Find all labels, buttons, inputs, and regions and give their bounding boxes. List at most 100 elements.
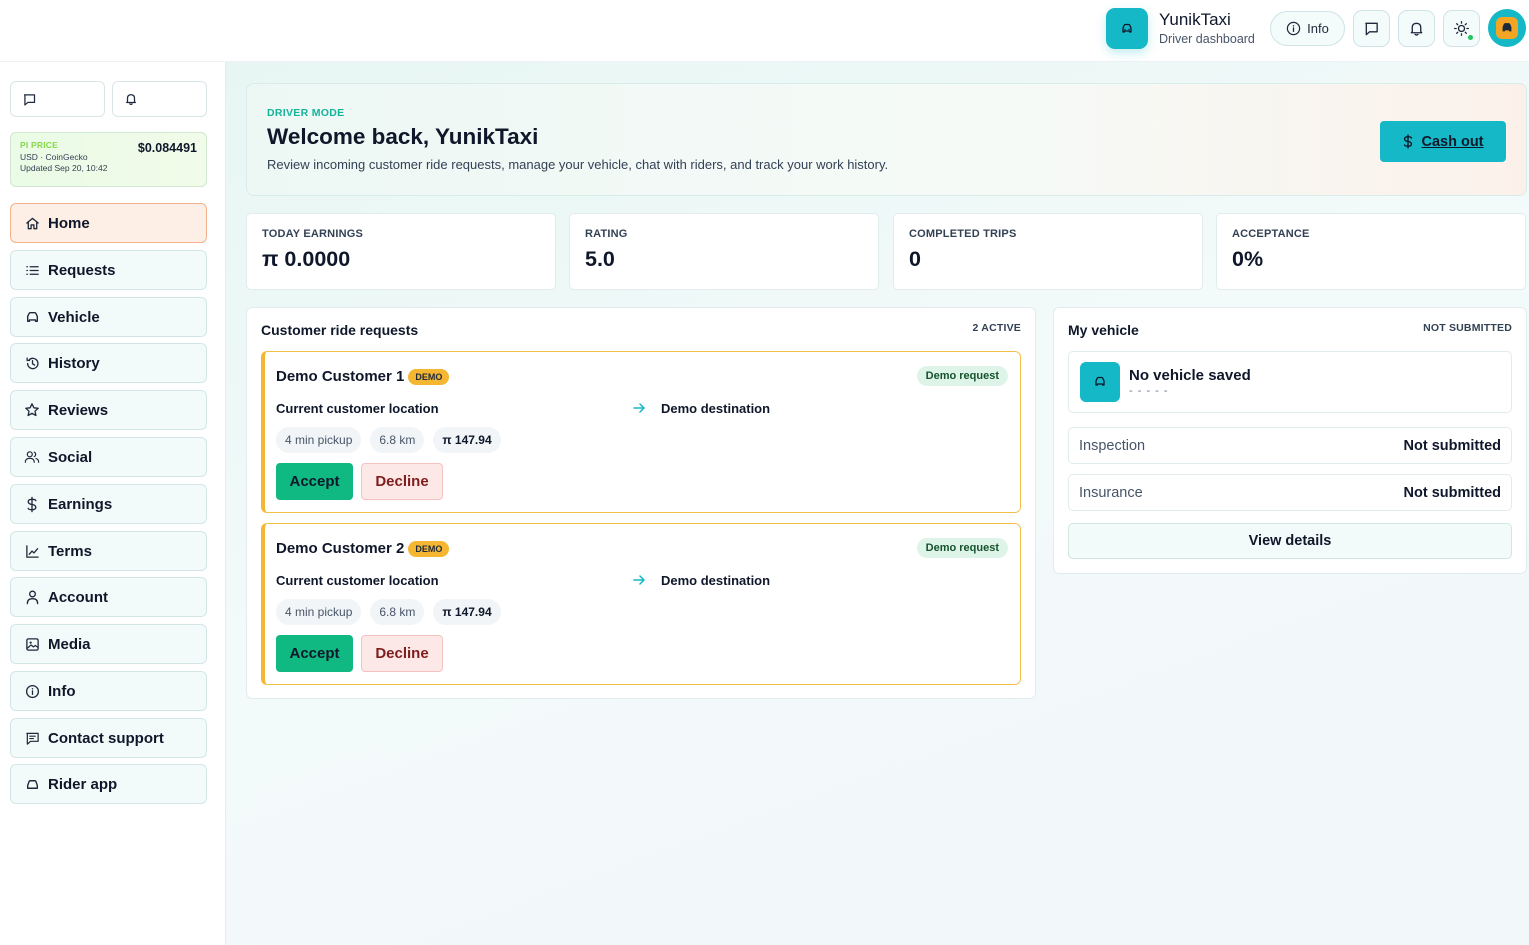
stat-label: ACCEPTANCE (1232, 228, 1310, 240)
pickup-time-chip: 4 min pickup (276, 427, 362, 453)
info-icon (1286, 21, 1301, 36)
vehicle-plate: - - - - - (1129, 385, 1169, 397)
sidebar: PI PRICE $0.084491 USD · CoinGecko Updat… (0, 62, 226, 945)
notifications-button[interactable] (1398, 10, 1435, 47)
image-icon (24, 636, 40, 652)
ride-details: 4 min pickup 6.8 km π 147.94 (276, 599, 501, 625)
chat-icon (22, 92, 37, 107)
customer-name-text: Demo Customer 1 (276, 368, 405, 385)
price-updated: Updated Sep 20, 10:42 (20, 163, 108, 173)
info-icon (24, 683, 40, 699)
panel-title: My vehicle (1068, 322, 1139, 338)
sidebar-item-label: Info (48, 682, 76, 700)
ride-details: 4 min pickup 6.8 km π 147.94 (276, 427, 501, 453)
view-details-button[interactable]: View details (1068, 523, 1512, 559)
sidebar-item-label: Terms (48, 542, 92, 560)
car-icon (1080, 362, 1120, 402)
stat-card-trips: COMPLETED TRIPS 0 (893, 213, 1203, 290)
sidebar-item-info[interactable]: Info (10, 671, 207, 711)
ride-requests-panel: Customer ride requests 2 ACTIVE Demo Cus… (246, 307, 1036, 699)
sidebar-item-contact-support[interactable]: Contact support (10, 718, 207, 758)
sidebar-item-vehicle[interactable]: Vehicle (10, 297, 207, 337)
row-value: Not submitted (1403, 437, 1501, 454)
demo-badge: DEMO (408, 540, 450, 557)
ride-request-card[interactable]: Demo Customer 2 DEMO Demo request Curren… (261, 523, 1021, 685)
sidebar-item-account[interactable]: Account (10, 577, 207, 617)
stat-value: π 0.0000 (262, 247, 351, 271)
pickup-location: Current customer location (276, 573, 439, 588)
brand-subtitle: Driver dashboard (1159, 32, 1255, 46)
row-value: Not submitted (1403, 484, 1501, 501)
sidebar-item-label: Requests (48, 261, 116, 279)
bell-icon (1408, 20, 1425, 37)
accept-button[interactable]: Accept (276, 463, 353, 500)
distance-chip: 6.8 km (370, 599, 425, 625)
sidebar-item-label: Vehicle (48, 308, 100, 326)
chart-icon (24, 543, 40, 559)
pickup-location: Current customer location (276, 401, 439, 416)
destination: Demo destination (661, 573, 771, 588)
list-icon (24, 262, 40, 278)
active-count: 2 ACTIVE (972, 322, 1021, 334)
sidebar-item-media[interactable]: Media (10, 624, 207, 664)
decline-button[interactable]: Decline (361, 463, 443, 500)
theme-toggle-button[interactable] (1443, 10, 1480, 47)
sidebar-item-history[interactable]: History (10, 343, 207, 383)
users-icon (24, 449, 40, 465)
sidebar-item-social[interactable]: Social (10, 437, 207, 477)
row-key: Insurance (1079, 484, 1143, 501)
vehicle-status: NOT SUBMITTED (1423, 322, 1512, 334)
sidebar-item-label: History (48, 354, 100, 372)
sidebar-item-home[interactable]: Home (10, 203, 207, 243)
car-icon (24, 776, 40, 792)
my-vehicle-panel: My vehicle NOT SUBMITTED No vehicle save… (1053, 307, 1527, 574)
sidebar-chat-button[interactable] (10, 81, 105, 117)
avatar[interactable] (1488, 9, 1526, 47)
pi-price-card: PI PRICE $0.084491 USD · CoinGecko Updat… (10, 132, 207, 187)
car-icon (1106, 8, 1148, 49)
cash-out-button[interactable]: Cash out (1380, 121, 1506, 162)
accept-button[interactable]: Accept (276, 635, 353, 672)
info-button[interactable]: Info (1270, 11, 1345, 46)
fare-chip: π 147.94 (433, 427, 501, 453)
sun-icon (1453, 20, 1470, 37)
stat-value: 0 (909, 247, 921, 271)
row-key: Inspection (1079, 437, 1146, 454)
sidebar-item-earnings[interactable]: Earnings (10, 484, 207, 524)
decline-button[interactable]: Decline (361, 635, 443, 672)
chat-button[interactable] (1353, 10, 1390, 47)
distance-chip: 6.8 km (370, 427, 425, 453)
stat-label: RATING (585, 228, 628, 240)
page-description: Review incoming customer ride requests, … (267, 157, 889, 172)
brand[interactable]: YunikTaxi Driver dashboard (1106, 8, 1255, 49)
sidebar-notifications-button[interactable] (112, 81, 207, 117)
vehicle-summary: No vehicle saved - - - - - (1068, 351, 1512, 413)
history-icon (24, 355, 40, 371)
fare-chip: π 147.94 (433, 599, 501, 625)
sidebar-item-requests[interactable]: Requests (10, 250, 207, 290)
customer-name: Demo Customer 1 DEMO (276, 368, 450, 385)
sidebar-item-label: Social (48, 448, 93, 466)
stat-card-earnings: TODAY EARNINGS π 0.0000 (246, 213, 556, 290)
dollar-icon (1402, 133, 1414, 150)
taxi-icon (1496, 17, 1518, 39)
vehicle-name: No vehicle saved (1129, 367, 1251, 384)
sidebar-item-reviews[interactable]: Reviews (10, 390, 207, 430)
destination: Demo destination (661, 401, 771, 416)
dollar-icon (24, 496, 40, 512)
stat-card-rating: RATING 5.0 (569, 213, 879, 290)
mode-label: DRIVER MODE (267, 107, 345, 119)
price-value: $0.084491 (137, 141, 197, 155)
sidebar-item-terms[interactable]: Terms (10, 531, 207, 571)
ride-request-card[interactable]: Demo Customer 1 DEMO Demo request Curren… (261, 351, 1021, 513)
stat-card-acceptance: ACCEPTANCE 0% (1216, 213, 1526, 290)
star-icon (24, 402, 40, 418)
stat-label: TODAY EARNINGS (262, 228, 364, 240)
sidebar-item-label: Rider app (48, 775, 118, 793)
welcome-banner: DRIVER MODE Welcome back, YunikTaxi Revi… (246, 83, 1527, 196)
sidebar-item-rider-app[interactable]: Rider app (10, 764, 207, 804)
online-status-dot (1468, 35, 1473, 40)
sidebar-item-label: Contact support (48, 729, 164, 747)
stat-label: COMPLETED TRIPS (909, 228, 1017, 240)
sidebar-item-label: Account (48, 588, 108, 606)
